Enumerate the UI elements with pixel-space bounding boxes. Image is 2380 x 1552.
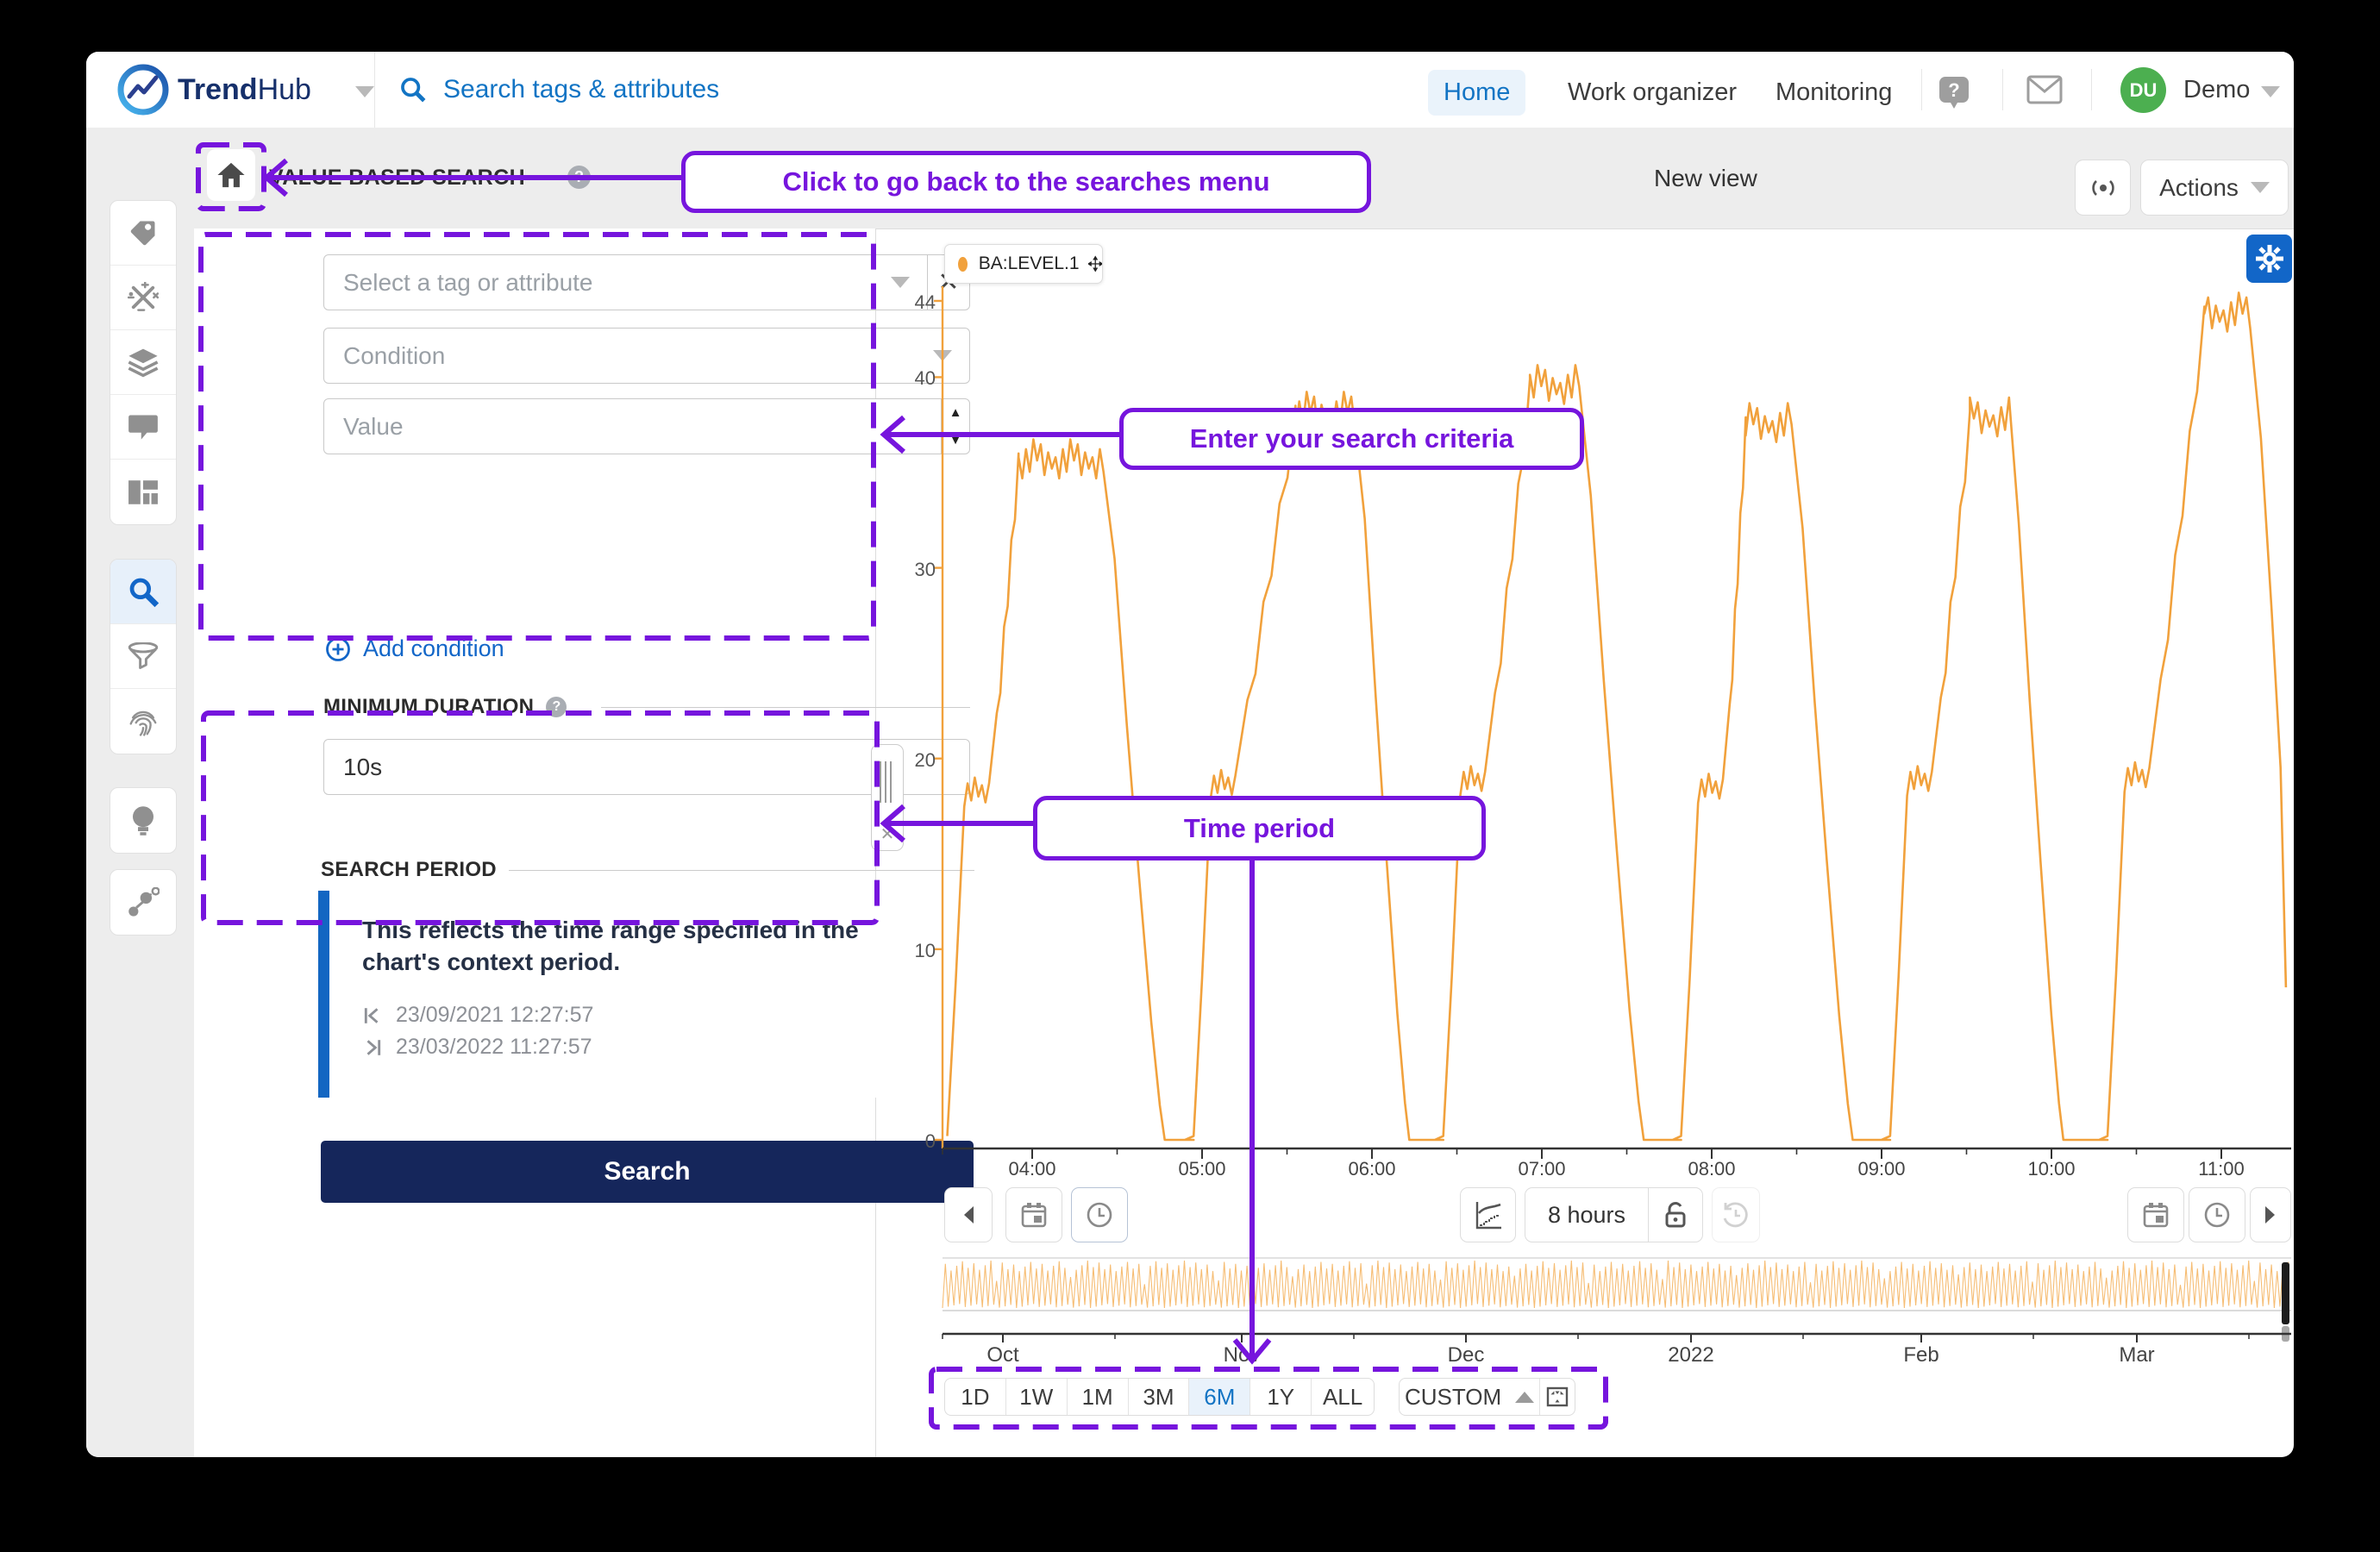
y-tick-40: 40 [884,367,936,390]
x-tick-0800: 08:00 [1669,1158,1755,1180]
interpolation-button[interactable] [1460,1187,1516,1242]
chevron-left-icon [961,1205,975,1225]
y-tick-30: 30 [884,559,936,581]
calendar-icon [1020,1201,1048,1229]
x-tick-1000: 10:00 [2008,1158,2095,1180]
month-oct: Oct [960,1343,1046,1367]
trend-chart[interactable] [86,52,2294,1457]
range-1d[interactable]: 1D [945,1379,1006,1415]
legend-chip[interactable]: BA:LEVEL.1 [944,244,1103,284]
y-tick-0: 0 [884,1130,936,1153]
month-mar: Mar [2094,1343,2180,1367]
duration-control-group: 8 hours [1525,1187,1703,1242]
calendar-end-button[interactable] [2127,1187,2184,1242]
history-button[interactable] [1712,1187,1760,1242]
fit-screen-icon [1546,1386,1569,1407]
calendar-icon [2142,1201,2170,1229]
step-chart-icon [1473,1199,1504,1230]
range-all[interactable]: ALL [1312,1379,1374,1415]
clock-icon [1085,1200,1114,1230]
duration-value[interactable]: 8 hours [1525,1188,1649,1242]
back-callout: Click to go back to the searches menu [681,151,1371,213]
x-tick-1100: 11:00 [2178,1158,2264,1180]
range-button-group: 1D 1W 1M 3M 6M 1Y ALL [944,1378,1375,1416]
x-tick-0700: 07:00 [1499,1158,1585,1180]
clock-icon [2202,1200,2232,1230]
x-tick-0500: 05:00 [1159,1158,1245,1180]
gear-icon [2255,244,2284,273]
calendar-start-button[interactable] [1005,1187,1062,1242]
time-period-callout: Time period [1033,796,1486,860]
time-start-button[interactable] [1071,1187,1128,1242]
range-6m[interactable]: 6M [1189,1379,1250,1415]
chevron-up-icon [1515,1392,1534,1403]
time-end-button[interactable] [2189,1187,2245,1242]
custom-range-button[interactable]: CUSTOM [1400,1379,1540,1415]
pan-left-button[interactable] [944,1187,993,1242]
month-nov: Nov [1199,1343,1285,1367]
x-tick-0600: 06:00 [1329,1158,1415,1180]
month-2022: 2022 [1648,1343,1734,1367]
range-1y[interactable]: 1Y [1250,1379,1312,1415]
history-icon [1721,1200,1751,1230]
app-window: TrendHub Search tags & attributes Home W… [86,52,2294,1457]
series-color-dot [958,257,968,272]
range-1w[interactable]: 1W [1006,1379,1068,1415]
y-tick-10: 10 [884,940,936,962]
range-1m[interactable]: 1M [1068,1379,1129,1415]
chevron-right-icon [2264,1205,2277,1225]
lock-duration-button[interactable] [1649,1188,1702,1242]
y-tick-20: 20 [884,749,936,772]
month-dec: Dec [1423,1343,1509,1367]
custom-range-group: CUSTOM [1399,1378,1575,1416]
y-tick-44: 44 [884,291,936,314]
pan-right-button[interactable] [2250,1187,2291,1242]
fit-view-button[interactable] [1540,1379,1575,1415]
x-tick-0900: 09:00 [1838,1158,1925,1180]
move-icon[interactable] [1088,253,1102,275]
x-tick-0400: 04:00 [989,1158,1075,1180]
range-3m[interactable]: 3M [1129,1379,1190,1415]
month-feb: Feb [1878,1343,1964,1367]
unlock-icon [1663,1201,1688,1229]
custom-label: CUSTOM [1405,1384,1501,1411]
chart-settings-button[interactable] [2246,235,2292,283]
criteria-callout: Enter your search criteria [1119,408,1584,470]
series-name: BA:LEVEL.1 [979,253,1080,274]
